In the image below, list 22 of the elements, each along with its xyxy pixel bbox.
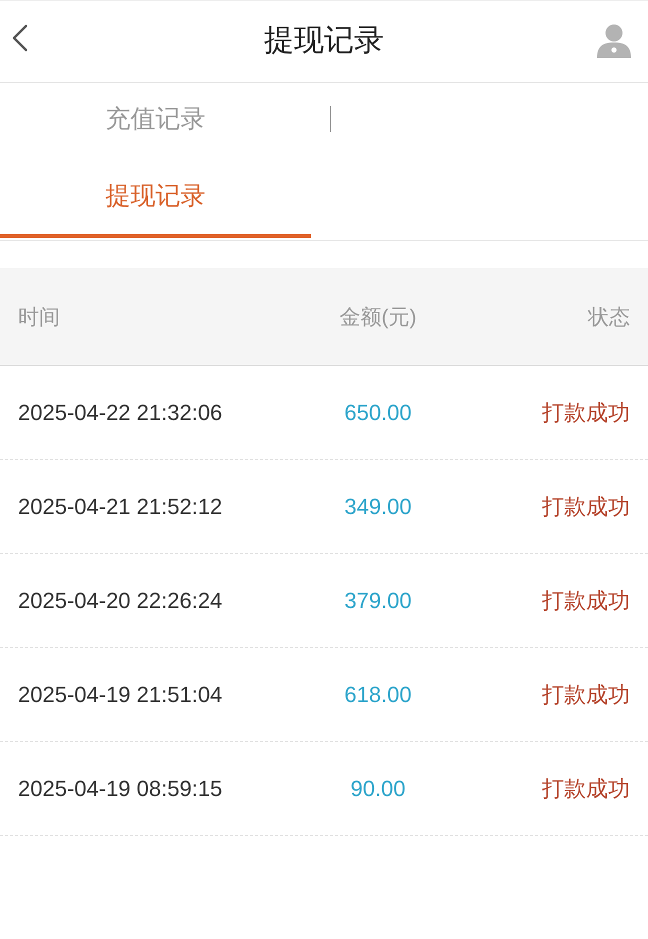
status-text: 打款成功 [542, 492, 630, 520]
date-time-text: 2025-04-21 21:52:12 [18, 494, 222, 520]
column-header: 金额(元) [340, 304, 416, 330]
date-time-text: 2025-04-19 08:59:15 [18, 776, 222, 802]
date-time-text: 2025-04-20 22:26:24 [18, 588, 222, 614]
tab[interactable]: 充值记录 [0, 84, 311, 161]
amount-text: 618.00 [344, 682, 412, 708]
status-text: 打款成功 [542, 680, 630, 708]
amount-text: 379.00 [344, 588, 412, 614]
page-title: 提现记录 [263, 23, 385, 59]
amount-text: 90.00 [350, 776, 406, 802]
tab[interactable]: 提现记录 [0, 161, 311, 238]
status-text: 打款成功 [542, 774, 630, 802]
status-text: 打款成功 [542, 398, 630, 426]
date-time-text: 2025-04-22 21:32:06 [18, 400, 222, 426]
status-text: 打款成功 [542, 586, 630, 614]
column-header: 状态 [588, 304, 630, 330]
back-icon[interactable] [12, 24, 28, 52]
date-time-text: 2025-04-19 21:51:04 [18, 682, 222, 708]
amount-text: 650.00 [344, 400, 412, 426]
column-header: 时间 [18, 304, 60, 330]
amount-text: 349.00 [344, 494, 412, 520]
